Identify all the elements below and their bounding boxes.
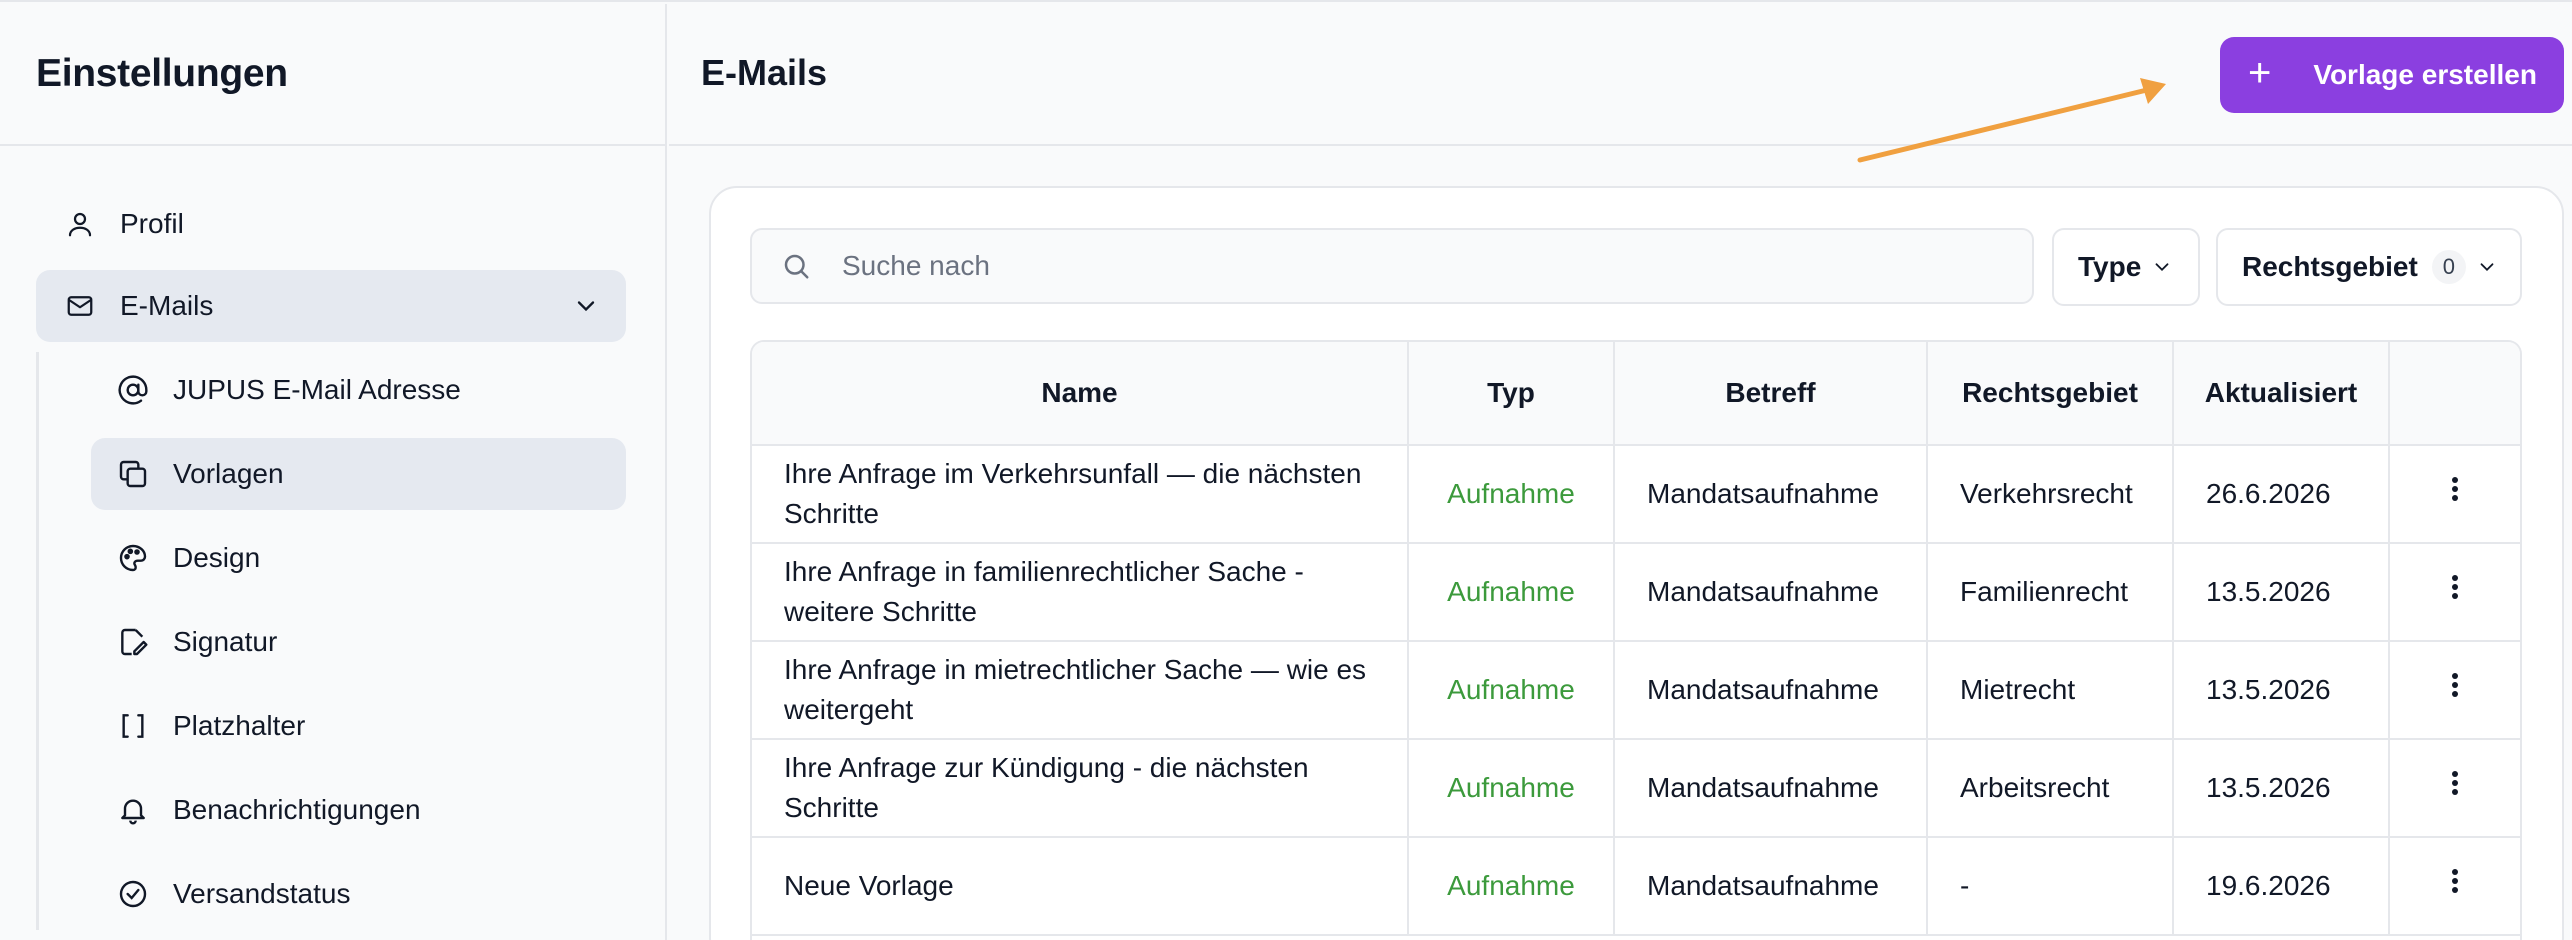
search-box[interactable] xyxy=(750,228,2034,304)
cell-betreff: Mandatsaufnahme xyxy=(1615,642,1928,740)
cell-rechtsgebiet: Verkehrsrecht xyxy=(1928,446,2174,544)
row-actions-cell xyxy=(2390,544,2520,642)
row-actions-cell xyxy=(2390,446,2520,544)
sidebar-subitem-label: Vorlagen xyxy=(173,458,284,489)
user-icon xyxy=(60,204,100,244)
cell-name: Ihre Anfrage in mietrechtlicher Sache — … xyxy=(752,642,1409,740)
chevron-down-icon xyxy=(2155,263,2169,272)
table-row[interactable]: Neue Vorlage Aufnahme Mandatsaufnahme - … xyxy=(752,838,2520,936)
cell-betreff: Mandatsaufnahme xyxy=(1615,446,1928,544)
cell-rechtsgebiet: Familienrecht xyxy=(1928,544,2174,642)
cell-name: Ihre Anfrage in familienrechtlicher Sach… xyxy=(752,544,1409,642)
table-row[interactable]: Ihre Anfrage im Verkehrsunfall — die näc… xyxy=(752,446,2520,544)
sidebar-item-profil[interactable]: Profil xyxy=(36,188,626,260)
sidebar-item-label: Profil xyxy=(120,208,184,239)
sidebar-subitem-platzhalter[interactable]: Platzhalter xyxy=(91,690,626,762)
more-vertical-icon[interactable] xyxy=(2451,572,2459,602)
search-input[interactable] xyxy=(842,250,1992,282)
type-filter-label: Type xyxy=(2078,251,2142,282)
table-header-row: Name Typ Betreff Rechtsgebiet Aktualisie… xyxy=(752,342,2520,446)
create-template-label: Vorlage erstellen xyxy=(2313,59,2537,90)
cell-rechtsgebiet: Arbeitsrecht xyxy=(1928,740,2174,838)
palette-icon xyxy=(113,538,153,578)
cell-typ: Aufnahme xyxy=(1409,740,1615,838)
column-header-typ[interactable]: Typ xyxy=(1409,342,1615,446)
table-row[interactable]: Ihre Anfrage in familienrechtlicher Sach… xyxy=(752,544,2520,642)
sidebar-subitem-label: Versandstatus xyxy=(173,878,351,909)
page-title: E-Mails xyxy=(701,52,828,93)
bell-icon xyxy=(113,790,153,830)
copy-icon xyxy=(113,454,153,494)
cell-aktualisiert: 26.6.2026 xyxy=(2174,446,2390,544)
sidebar-item-label: E-Mails xyxy=(120,290,214,321)
templates-table-wrapper: Name Typ Betreff Rechtsgebiet Aktualisie… xyxy=(750,340,2522,940)
cell-typ: Aufnahme xyxy=(1409,544,1615,642)
cell-rechtsgebiet: Mietrecht xyxy=(1928,642,2174,740)
chevron-down-icon xyxy=(2480,263,2494,272)
annotation-arrow-icon xyxy=(1857,78,2166,163)
cell-aktualisiert: 13.5.2026 xyxy=(2174,740,2390,838)
sidebar-subitem-label: Design xyxy=(173,542,261,573)
row-actions-cell xyxy=(2390,838,2520,936)
signature-icon xyxy=(113,622,153,662)
cell-typ: Aufnahme xyxy=(1409,446,1615,544)
filter-count-badge: 0 xyxy=(2431,250,2466,284)
sidebar-header: Einstellungen xyxy=(0,4,665,146)
column-header-name[interactable]: Name xyxy=(752,342,1409,446)
submenu-guide-line xyxy=(36,352,39,930)
type-filter-button[interactable]: Type xyxy=(2052,228,2200,306)
mail-icon xyxy=(60,286,100,326)
sidebar-subitem-benachrichtigungen[interactable]: Benachrichtigungen xyxy=(91,774,626,846)
sidebar-subitem-label: Platzhalter xyxy=(173,710,306,741)
column-header-betreff[interactable]: Betreff xyxy=(1615,342,1928,446)
sidebar-subitem-label: JUPUS E-Mail Adresse xyxy=(173,374,461,405)
at-icon xyxy=(113,370,153,410)
column-header-rechtsgebiet[interactable]: Rechtsgebiet xyxy=(1928,342,2174,446)
column-header-aktualisiert[interactable]: Aktualisiert xyxy=(2174,342,2390,446)
cell-typ: Aufnahme xyxy=(1409,642,1615,740)
cell-aktualisiert: 13.5.2026 xyxy=(2174,642,2390,740)
settings-sidebar: Einstellungen Profil E-Mails JUPUS E-Mai… xyxy=(0,4,667,940)
row-actions-cell xyxy=(2390,740,2520,838)
table-row[interactable]: Ihre Anfrage in mietrechtlicher Sache — … xyxy=(752,642,2520,740)
cell-aktualisiert: 19.6.2026 xyxy=(2174,838,2390,936)
sidebar-item-emails[interactable]: E-Mails xyxy=(36,270,626,342)
sidebar-subitem-signatur[interactable]: Signatur xyxy=(91,606,626,678)
cell-rechtsgebiet: - xyxy=(1928,838,2174,936)
more-vertical-icon[interactable] xyxy=(2451,670,2459,700)
rechtsgebiet-filter-button[interactable]: Rechtsgebiet 0 xyxy=(2216,228,2522,306)
plus-icon: + xyxy=(2248,51,2272,95)
cell-aktualisiert: 13.5.2026 xyxy=(2174,544,2390,642)
cell-betreff: Mandatsaufnahme xyxy=(1615,838,1928,936)
create-template-button[interactable]: + Vorlage erstellen xyxy=(2220,37,2564,113)
cell-name: Ihre Anfrage zur Kündigung - die nächste… xyxy=(752,740,1409,838)
row-actions-cell xyxy=(2390,642,2520,740)
table-row[interactable]: Ihre Anfrage zur Kündigung - die nächste… xyxy=(752,740,2520,838)
check-circle-icon xyxy=(113,874,153,914)
search-icon xyxy=(778,248,814,284)
cell-name: Ihre Anfrage im Verkehrsunfall — die näc… xyxy=(752,446,1409,544)
more-vertical-icon[interactable] xyxy=(2451,768,2459,798)
more-vertical-icon[interactable] xyxy=(2451,474,2459,504)
cell-betreff: Mandatsaufnahme xyxy=(1615,740,1928,838)
templates-table: Name Typ Betreff Rechtsgebiet Aktualisie… xyxy=(752,342,2520,936)
sidebar-subitem-label: Signatur xyxy=(173,626,278,657)
sidebar-subitem-versandstatus[interactable]: Versandstatus xyxy=(91,858,626,930)
sidebar-subitem-jupus-email[interactable]: JUPUS E-Mail Adresse xyxy=(91,354,626,426)
rechtsgebiet-filter-label: Rechtsgebiet xyxy=(2242,251,2418,282)
sidebar-subitem-design[interactable]: Design xyxy=(91,522,626,594)
cell-betreff: Mandatsaufnahme xyxy=(1615,544,1928,642)
sidebar-subitem-vorlagen[interactable]: Vorlagen xyxy=(91,438,626,510)
sidebar-title: Einstellungen xyxy=(36,52,288,95)
chevron-down-icon[interactable] xyxy=(572,292,600,320)
cell-typ: Aufnahme xyxy=(1409,838,1615,936)
cell-name: Neue Vorlage xyxy=(752,838,1409,936)
brackets-icon xyxy=(113,706,153,746)
more-vertical-icon[interactable] xyxy=(2451,866,2459,896)
column-header-actions xyxy=(2390,342,2520,446)
sidebar-subitem-label: Benachrichtigungen xyxy=(173,794,421,825)
